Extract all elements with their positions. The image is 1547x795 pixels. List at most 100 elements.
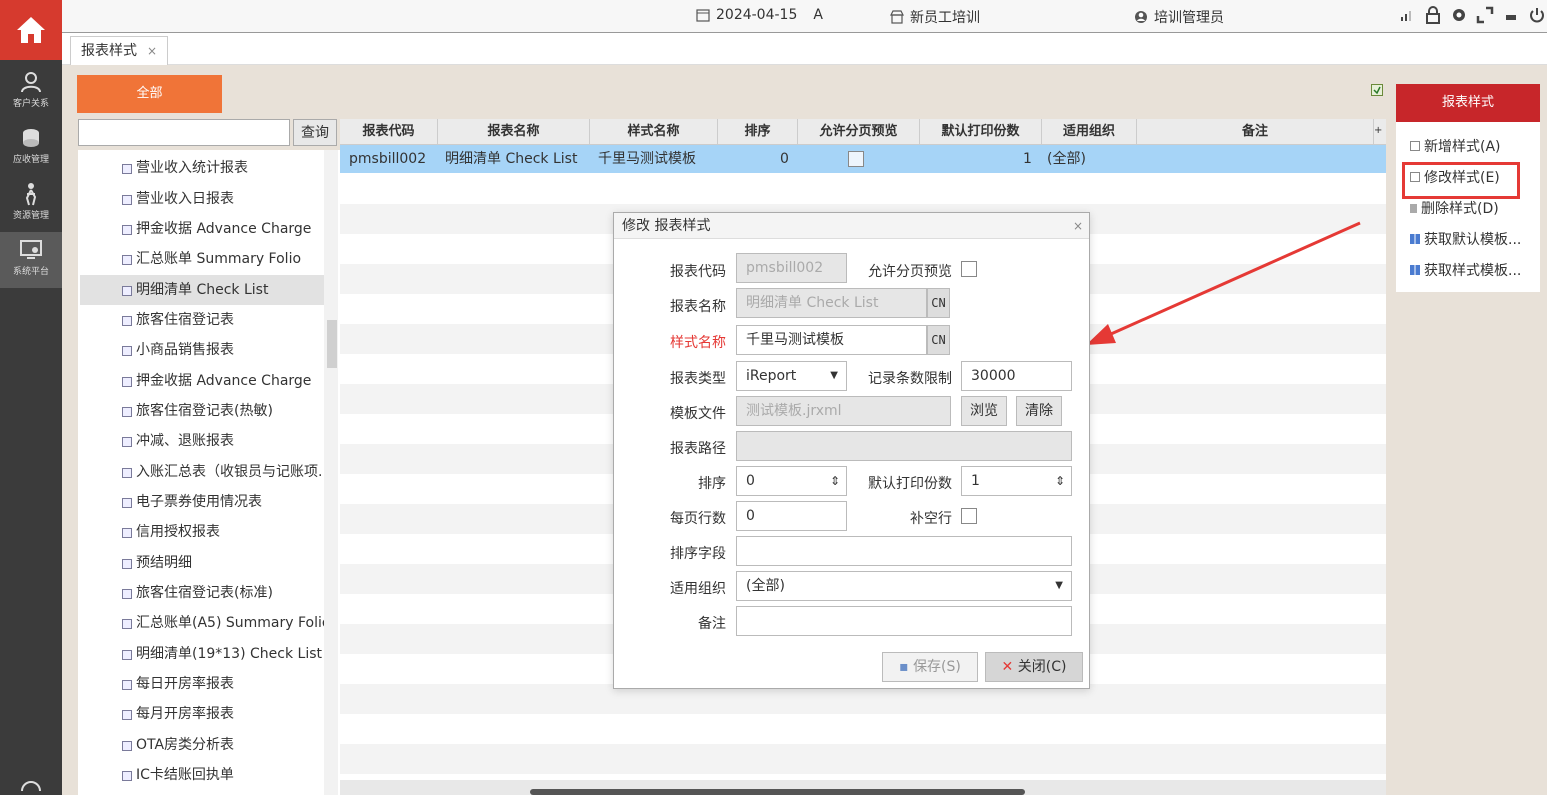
tree-item[interactable]: 营业收入统计报表 [80, 153, 324, 183]
report-name-lang-button[interactable]: CN [927, 288, 950, 318]
tree-item[interactable]: 旅客住宿登记表(热敏) [80, 396, 324, 426]
hotel-name[interactable]: 新员工培训 [890, 7, 980, 27]
all-button[interactable]: 全部 [77, 75, 222, 113]
rail-label: 资源管理 [12, 211, 49, 221]
delete-style-action[interactable]: 删除样式(D) [1410, 198, 1499, 218]
get-style-template-action[interactable]: 获取样式模板... [1410, 260, 1521, 280]
tree-item[interactable]: 小商品销售报表 [80, 335, 324, 365]
tree-item[interactable]: 营业收入日报表 [80, 184, 324, 214]
col-header[interactable]: 报表名称 [438, 119, 590, 145]
style-name-label: 样式名称 [670, 335, 726, 351]
tree-item[interactable]: 电子票券使用情况表 [80, 487, 324, 517]
rows-per-page-label: 每页行数 [670, 511, 726, 527]
tree-scrollbar[interactable] [324, 150, 338, 795]
tree-item[interactable]: 押金收据 Advance Charge [80, 366, 324, 396]
tree-item[interactable]: 入账汇总表（收银员与记账项... [80, 457, 324, 487]
shift-text: A [813, 7, 823, 23]
order-value: 0 [746, 473, 755, 489]
document-icon [122, 771, 132, 781]
table-row[interactable]: pmsbill002 明细清单 Check List 千里马测试模板 0 1 (… [340, 145, 1386, 173]
col-header[interactable]: 默认打印份数 [920, 119, 1042, 145]
col-header[interactable]: 备注 [1137, 119, 1374, 145]
user-name[interactable]: 培训管理员 [1134, 7, 1224, 27]
close-label: 关闭(C) [1017, 659, 1067, 675]
export-icon[interactable] [1371, 84, 1383, 96]
tree-item[interactable]: 每月开房率报表 [80, 699, 324, 729]
copies-stepper[interactable]: 1 ⇕ [961, 466, 1072, 496]
rail-item-system[interactable]: 系统平台 [0, 232, 62, 288]
tree-item[interactable]: 汇总账单(A5) Summary Folio [80, 608, 324, 638]
close-button[interactable]: ✕ 关闭(C) [985, 652, 1083, 682]
spinner-icon[interactable]: ⇕ [830, 467, 840, 495]
business-date: 2024-04-15 A [696, 7, 823, 23]
rows-per-page-field[interactable]: 0 [736, 501, 847, 531]
tree-item[interactable]: 信用授权报表 [80, 517, 324, 547]
browse-button[interactable]: 浏览 [961, 396, 1007, 426]
report-type-select[interactable]: iReport ▼ [736, 361, 847, 391]
fill-blank-checkbox[interactable] [961, 508, 977, 524]
order-stepper[interactable]: 0 ⇕ [736, 466, 847, 496]
rail-item-ar[interactable]: 应收管理 [0, 120, 62, 176]
style-name-lang-button[interactable]: CN [927, 325, 950, 355]
report-code-label: 报表代码 [670, 264, 726, 280]
tree-item[interactable]: 押金收据 Advance Charge [80, 214, 324, 244]
document-icon [122, 255, 132, 265]
tree-item[interactable]: 旅客住宿登记表 [80, 305, 324, 335]
edit-style-dialog: 修改 报表样式 × 报表代码 pmsbill002 允许分页预览 报表名称 明细… [613, 212, 1090, 689]
report-type-value: iReport [746, 368, 797, 384]
search-input[interactable] [78, 119, 290, 146]
settings-icon[interactable] [1449, 5, 1469, 25]
note-field[interactable] [736, 606, 1072, 636]
add-style-action[interactable]: 新增样式(A) [1410, 136, 1501, 156]
tree-item[interactable]: IC卡结账回执单 [80, 760, 324, 790]
col-header[interactable]: 报表代码 [340, 119, 438, 145]
col-header[interactable]: 适用组织 [1042, 119, 1137, 145]
grid-icon [1410, 234, 1420, 244]
rail-label: 应收管理 [12, 155, 49, 165]
maximize-icon[interactable] [1475, 5, 1495, 25]
dialog-close-icon[interactable]: × [1073, 213, 1083, 239]
save-button[interactable]: ▪ 保存(S) [882, 652, 978, 682]
grid-scroll-thumb[interactable] [530, 789, 1025, 795]
home-button[interactable] [0, 0, 62, 60]
lock-icon[interactable] [1423, 5, 1443, 25]
query-button[interactable]: 查询 [293, 119, 337, 146]
org-label: 适用组织 [670, 581, 726, 597]
minimize-icon[interactable] [1501, 5, 1521, 25]
document-icon [122, 680, 132, 690]
sort-field-input[interactable] [736, 536, 1072, 566]
tree-scroll-thumb[interactable] [327, 320, 337, 368]
add-column-icon[interactable]: + [1374, 125, 1382, 136]
tab-report-style[interactable]: 报表样式 × [70, 36, 169, 65]
tree-item[interactable]: OTA房类分析表 [80, 730, 324, 760]
tree-item[interactable]: 旅客住宿登记表(标准) [80, 578, 324, 608]
tree-item[interactable]: 预结明细 [80, 548, 324, 578]
order-label: 排序 [698, 476, 726, 492]
power-icon[interactable] [1527, 5, 1547, 25]
spinner-icon[interactable]: ⇕ [1055, 467, 1065, 495]
document-icon [122, 346, 132, 356]
tree-item[interactable]: 每日开房率报表 [80, 669, 324, 699]
col-header[interactable]: 样式名称 [590, 119, 718, 145]
clear-button[interactable]: 清除 [1016, 396, 1062, 426]
tree-item[interactable]: 汇总账单 Summary Folio [80, 244, 324, 274]
style-name-field[interactable]: 千里马测试模板 [736, 325, 927, 355]
monitor-gear-icon [20, 240, 42, 259]
cell-allow-preview-checkbox[interactable] [848, 151, 864, 167]
record-limit-field[interactable]: 30000 [961, 361, 1072, 391]
rail-item-resources[interactable]: 资源管理 [0, 176, 62, 232]
refresh-icon[interactable] [18, 775, 44, 795]
tree-item-selected[interactable]: 明细清单 Check List [80, 275, 324, 305]
tab-close-icon[interactable]: × [147, 37, 157, 65]
col-header[interactable]: 允许分页预览 [798, 119, 920, 145]
col-header[interactable]: 排序 [718, 119, 798, 145]
org-select[interactable]: (全部) ▼ [736, 571, 1072, 601]
tree-item[interactable]: 明细清单(19*13) Check List [80, 639, 324, 669]
panel-title: 报表样式 [1396, 84, 1540, 122]
document-icon [122, 559, 132, 569]
rail-item-crm[interactable]: 客户关系 [0, 64, 62, 120]
chevron-down-icon: ▼ [1055, 580, 1063, 591]
tree-item[interactable]: 冲减、退账报表 [80, 426, 324, 456]
get-default-template-action[interactable]: 获取默认模板... [1410, 229, 1521, 249]
allow-preview-checkbox[interactable] [961, 261, 977, 277]
